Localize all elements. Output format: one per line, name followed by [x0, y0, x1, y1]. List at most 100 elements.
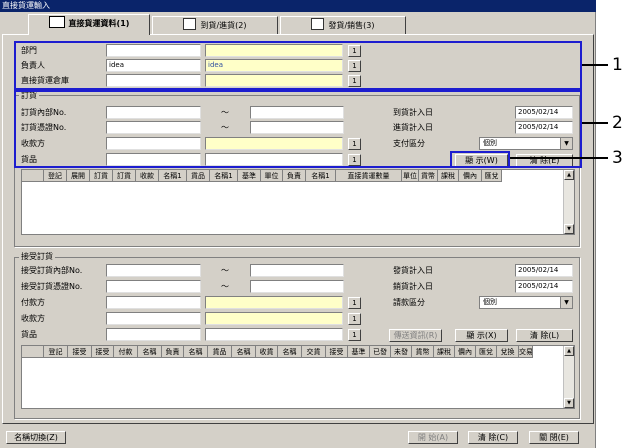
- column-header[interactable]: 展開: [67, 170, 90, 182]
- receive-section-title: 接受訂貨: [19, 252, 55, 262]
- tab-direct-shipment-data[interactable]: 直接貨運資料(1): [28, 14, 150, 35]
- column-header[interactable]: 貨幣: [412, 346, 434, 358]
- callout-line-1: [582, 64, 608, 66]
- scroll-down-icon[interactable]: ▼: [564, 398, 574, 408]
- column-header[interactable]: 交易: [519, 346, 533, 358]
- column-header[interactable]: 匯兌: [482, 170, 502, 182]
- tab-shipping-sales[interactable]: 發貨/銷售(3): [280, 16, 406, 34]
- tab-label: 到貨/進貨(2): [200, 21, 247, 30]
- column-header[interactable]: 接受: [92, 346, 114, 358]
- column-header[interactable]: 匯兌: [476, 346, 497, 358]
- column-header[interactable]: 名稱: [184, 346, 208, 358]
- sales-date-label: 銷貨計入日: [393, 282, 433, 291]
- scroll-up-icon[interactable]: ▲: [564, 170, 574, 180]
- document-icon: [311, 18, 325, 30]
- document-icon: [183, 18, 197, 30]
- receive-payer-lookup[interactable]: 1: [348, 297, 361, 309]
- transfer-info-button[interactable]: 傳送資訊(R): [389, 329, 442, 342]
- receive-payee-label: 收款方: [21, 314, 45, 323]
- column-header[interactable]: 名稱1: [210, 170, 238, 182]
- billing-type-value: 個別: [483, 298, 497, 306]
- column-header[interactable]: 直接貨運數量: [336, 170, 402, 182]
- sales-date-input[interactable]: 2005/02/14: [515, 280, 573, 293]
- column-header[interactable]: 訂貨: [113, 170, 136, 182]
- column-header[interactable]: 貨品: [187, 170, 210, 182]
- column-header[interactable]: 交貨: [302, 346, 326, 358]
- column-header[interactable]: 價內: [459, 170, 482, 182]
- column-header[interactable]: 收款: [136, 170, 159, 182]
- receive-slip-no-from[interactable]: [106, 280, 201, 293]
- name-switch-button[interactable]: 名稱切換(Z): [6, 431, 66, 444]
- receive-payee-lookup[interactable]: 1: [348, 313, 361, 325]
- column-header[interactable]: 基準: [238, 170, 261, 182]
- receive-payer-name[interactable]: [205, 296, 343, 309]
- column-header[interactable]: 名稱1: [306, 170, 336, 182]
- order-grid-header: 登記 展開 訂貨 訂貨 收款 名稱1 貨品 名稱1 基準 單位 負責 名稱1 直接貨運數量 單位 貨幣 課稅價…: [22, 170, 502, 182]
- receive-internal-no-to[interactable]: [250, 264, 344, 277]
- column-header[interactable]: 已發: [370, 346, 391, 358]
- range-tilde: ～: [221, 266, 229, 275]
- column-header[interactable]: 收貨: [256, 346, 278, 358]
- column-header[interactable]: 貨幣: [419, 170, 438, 182]
- receive-show-button[interactable]: 顯 示(X): [455, 329, 508, 342]
- column-header[interactable]: 價內: [455, 346, 476, 358]
- column-header[interactable]: 課稅: [438, 170, 459, 182]
- column-header[interactable]: 負責: [283, 170, 306, 182]
- tab-label: 直接貨運資料(1): [68, 19, 130, 28]
- scroll-up-icon[interactable]: ▲: [564, 346, 574, 356]
- chevron-down-icon: ▼: [560, 297, 572, 308]
- column-header[interactable]: 基準: [348, 346, 370, 358]
- receive-internal-no-label: 接受訂貨內部No.: [21, 266, 83, 275]
- receive-grid[interactable]: 登記 接受 接受 付款 名稱 負責 名稱 貨品 名稱 收貨 名稱 交貨 接受 基準 已發 未發 貨幣 課稅 價內 匯兌…: [21, 345, 575, 409]
- column-header[interactable]: 名稱1: [159, 170, 187, 182]
- book-icon: [48, 16, 65, 28]
- receive-payee-code[interactable]: [106, 312, 201, 325]
- receive-clear-button[interactable]: 清 除(L): [516, 329, 573, 342]
- receive-payer-label: 付款方: [21, 298, 45, 307]
- receive-internal-no-from[interactable]: [106, 264, 201, 277]
- receive-grid-scrollbar[interactable]: ▲ ▼: [563, 346, 574, 408]
- receive-grid-header: 登記 接受 接受 付款 名稱 負責 名稱 貨品 名稱 收貨 名稱 交貨 接受 基準 已發 未發 貨幣 課稅 價內 匯兌…: [22, 346, 533, 358]
- column-header[interactable]: 接受: [68, 346, 92, 358]
- order-grid-scrollbar[interactable]: ▲ ▼: [563, 170, 574, 234]
- receive-goods-lookup[interactable]: 1: [348, 329, 361, 341]
- column-header[interactable]: 未發: [391, 346, 412, 358]
- ship-date-input[interactable]: 2005/02/14: [515, 264, 573, 277]
- column-header[interactable]: [22, 170, 44, 182]
- highlight-box-3: [450, 151, 510, 168]
- column-header[interactable]: 名稱: [232, 346, 256, 358]
- column-header[interactable]: 訂貨: [90, 170, 113, 182]
- callout-label-2: 2: [612, 113, 623, 133]
- callout-label-3: 3: [612, 148, 623, 168]
- tab-arrival-stock[interactable]: 到貨/進貨(2): [152, 16, 278, 34]
- scroll-down-icon[interactable]: ▼: [564, 224, 574, 234]
- column-header[interactable]: 單位: [402, 170, 419, 182]
- column-header[interactable]: 兌換: [497, 346, 519, 358]
- order-grid[interactable]: 登記 展開 訂貨 訂貨 收款 名稱1 貨品 名稱1 基準 單位 負責 名稱1 直接貨運數量 單位 貨幣 課稅價…: [21, 169, 575, 235]
- receive-payer-code[interactable]: [106, 296, 201, 309]
- column-header[interactable]: [22, 346, 44, 358]
- receive-goods-code[interactable]: [106, 328, 201, 341]
- receive-slip-no-to[interactable]: [250, 280, 344, 293]
- billing-type-select[interactable]: 個別 ▼: [479, 296, 573, 309]
- column-header[interactable]: 單位: [261, 170, 283, 182]
- column-header[interactable]: 付款: [114, 346, 138, 358]
- billing-type-label: 請款區分: [393, 298, 425, 307]
- column-header[interactable]: 課稅: [434, 346, 455, 358]
- start-button[interactable]: 開 始(A): [408, 431, 458, 444]
- ship-date-label: 發貨計入日: [393, 266, 433, 275]
- footer-clear-button[interactable]: 清 除(C): [468, 431, 518, 444]
- receive-goods-label: 貨品: [21, 330, 37, 339]
- receive-payee-name[interactable]: [205, 312, 343, 325]
- column-header[interactable]: 貨品: [208, 346, 232, 358]
- column-header[interactable]: 登記: [44, 170, 67, 182]
- close-button[interactable]: 關 閉(E): [529, 431, 579, 444]
- column-header[interactable]: 負責: [162, 346, 184, 358]
- column-header[interactable]: 登記: [44, 346, 68, 358]
- receive-goods-name[interactable]: [205, 328, 343, 341]
- column-header[interactable]: 名稱: [138, 346, 162, 358]
- tab-label: 發貨/銷售(3): [328, 21, 375, 30]
- callout-line-3: [510, 157, 608, 159]
- column-header[interactable]: 接受: [326, 346, 348, 358]
- column-header[interactable]: 名稱: [278, 346, 302, 358]
